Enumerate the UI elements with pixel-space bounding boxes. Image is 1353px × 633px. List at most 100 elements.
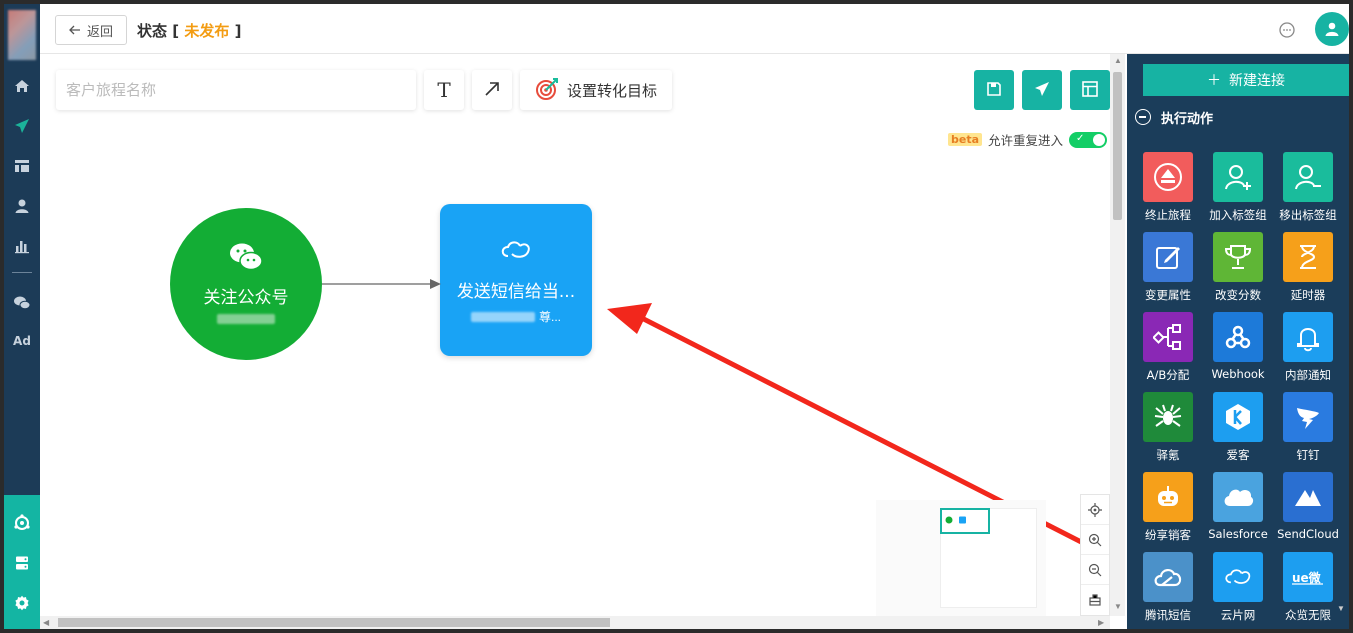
section-title: 执行动作 <box>1161 111 1214 127</box>
action-item[interactable]: A/B分配 <box>1133 312 1203 392</box>
action-item-label: 爱客 <box>1226 448 1250 462</box>
locate-icon[interactable] <box>1081 495 1109 525</box>
top-bar: 返回 状态 [ 未发布 ] <box>40 4 1349 54</box>
scroll-down-icon[interactable]: ▼ <box>1114 602 1122 611</box>
action-item[interactable]: 变更属性 <box>1133 232 1203 312</box>
action-item-label: 变更属性 <box>1145 288 1191 302</box>
back-button[interactable]: 返回 <box>55 15 127 45</box>
action-item[interactable]: 驿氪 <box>1133 392 1203 472</box>
minimap-viewport[interactable] <box>940 508 990 534</box>
layout-icon[interactable] <box>4 154 40 178</box>
action-item-label: 加入标签组 <box>1209 208 1267 222</box>
robot-icon <box>1143 472 1193 522</box>
left-nav: Ad <box>4 4 40 629</box>
action-item[interactable]: Salesforce <box>1203 472 1273 552</box>
action-item[interactable]: Webhook <box>1203 312 1273 392</box>
user-icon[interactable] <box>4 194 40 218</box>
user-avatar[interactable] <box>1315 12 1349 46</box>
action-item[interactable]: 内部通知 <box>1273 312 1343 392</box>
zoom-out-icon[interactable] <box>1081 555 1109 585</box>
horizontal-scroll-thumb[interactable] <box>58 618 610 627</box>
bar-chart-icon[interactable] <box>4 234 40 258</box>
bell-icon <box>1283 312 1333 362</box>
action-item-label: 延时器 <box>1290 288 1326 302</box>
eject-icon <box>1143 152 1193 202</box>
action-item[interactable]: 爱客 <box>1203 392 1273 472</box>
action-item[interactable]: 改变分数 <box>1203 232 1273 312</box>
sendcloud-icon <box>1283 472 1333 522</box>
fit-view-icon[interactable] <box>1081 585 1109 615</box>
dingtalk-icon <box>1283 392 1333 442</box>
section-header-actions[interactable]: 执行动作 <box>1127 104 1349 130</box>
action-item[interactable]: 腾讯短信 <box>1133 552 1203 629</box>
svg-text:ue微: ue微 <box>1292 570 1322 585</box>
action-item-label: 钉钉 <box>1296 448 1320 462</box>
action-item-label: 腾讯短信 <box>1145 608 1191 622</box>
canvas-vertical-scrollbar[interactable]: ▲ ▼ <box>1110 54 1125 616</box>
scroll-up-icon[interactable]: ▲ <box>1114 56 1122 65</box>
journey-status: 状态 [ 未发布 ] <box>137 20 241 41</box>
yunpian-icon <box>1213 552 1263 602</box>
radar-icon[interactable] <box>4 511 40 535</box>
new-connection-label: 新建连接 <box>1229 73 1285 89</box>
canvas-horizontal-scrollbar[interactable]: ◀ ▶ <box>40 616 1110 629</box>
action-item-label: 移出标签组 <box>1279 208 1337 222</box>
action-palette: ＋ 新建连接 执行动作 终止旅程 加入标签组 移出标签组变更属性 改变分数 延时器 A/B… <box>1127 54 1349 629</box>
zhonglan-icon: ue微 <box>1283 552 1333 602</box>
ad-nav-item[interactable]: Ad <box>4 334 40 348</box>
plus-icon: ＋ <box>1207 73 1221 89</box>
action-item[interactable]: ue微众览无限 <box>1273 552 1343 629</box>
split-icon <box>1143 312 1193 362</box>
user-add-icon <box>1213 152 1263 202</box>
salesforce-cloud-icon <box>1213 472 1263 522</box>
action-item-label: 内部通知 <box>1285 368 1331 382</box>
app-window: Ad 返回 状态 [ 未发布 ] 客户旅程名称 T 设置转化目标 beta 允许… <box>4 4 1349 629</box>
spider-icon <box>1143 392 1193 442</box>
webhook-icon <box>1213 312 1263 362</box>
action-item[interactable]: 移出标签组 <box>1273 152 1343 232</box>
scroll-left-icon[interactable]: ◀ <box>43 618 49 627</box>
action-item-label: 驿氪 <box>1156 448 1180 462</box>
action-item-label: Salesforce <box>1208 527 1268 541</box>
scroll-right-icon[interactable]: ▶ <box>1098 618 1104 627</box>
trophy-icon <box>1213 232 1263 282</box>
vertical-scroll-thumb[interactable] <box>1113 72 1122 220</box>
journey-canvas[interactable]: T 设置转化目标 bet <box>40 54 1110 616</box>
aike-icon <box>1213 392 1263 442</box>
action-item-label: 终止旅程 <box>1145 208 1191 222</box>
action-item-label: 众览无限 <box>1285 608 1331 622</box>
app-logo <box>8 10 36 60</box>
nav-divider <box>12 272 32 273</box>
send-icon[interactable] <box>4 114 40 138</box>
tencent-cloud-icon <box>1143 552 1193 602</box>
user-remove-icon <box>1283 152 1333 202</box>
zoom-in-icon[interactable] <box>1081 525 1109 555</box>
action-item[interactable]: SendCloud <box>1273 472 1343 552</box>
minimap[interactable] <box>876 500 1046 616</box>
server-icon[interactable] <box>4 551 40 575</box>
hourglass-icon <box>1283 232 1333 282</box>
action-item-label: Webhook <box>1211 367 1265 381</box>
zoom-controls <box>1080 494 1110 616</box>
gear-icon[interactable] <box>4 591 40 615</box>
action-item[interactable]: 延时器 <box>1273 232 1343 312</box>
action-item[interactable]: 钉钉 <box>1273 392 1343 472</box>
new-connection-button[interactable]: ＋ 新建连接 <box>1143 64 1349 96</box>
back-label: 返回 <box>86 23 113 39</box>
action-item[interactable]: 纷享销客 <box>1133 472 1203 552</box>
status-prefix: 状态 <box>137 22 168 40</box>
collapse-icon <box>1135 109 1151 125</box>
panel-scroll-down-icon[interactable]: ▼ <box>1337 604 1345 613</box>
status-bracket-close: ] <box>234 22 242 40</box>
action-item-label: 改变分数 <box>1215 288 1261 302</box>
action-item[interactable]: 终止旅程 <box>1133 152 1203 232</box>
action-item-label: 纷享销客 <box>1145 528 1191 542</box>
action-item[interactable]: 加入标签组 <box>1203 152 1273 232</box>
wechat-nav-icon[interactable] <box>4 291 40 315</box>
chat-icon[interactable] <box>1278 21 1296 42</box>
connector-line <box>322 279 441 289</box>
home-icon[interactable] <box>4 74 40 98</box>
action-item-label: 云片网 <box>1220 608 1256 622</box>
status-value: 未发布 <box>184 22 230 40</box>
action-item[interactable]: 云片网 <box>1203 552 1273 629</box>
